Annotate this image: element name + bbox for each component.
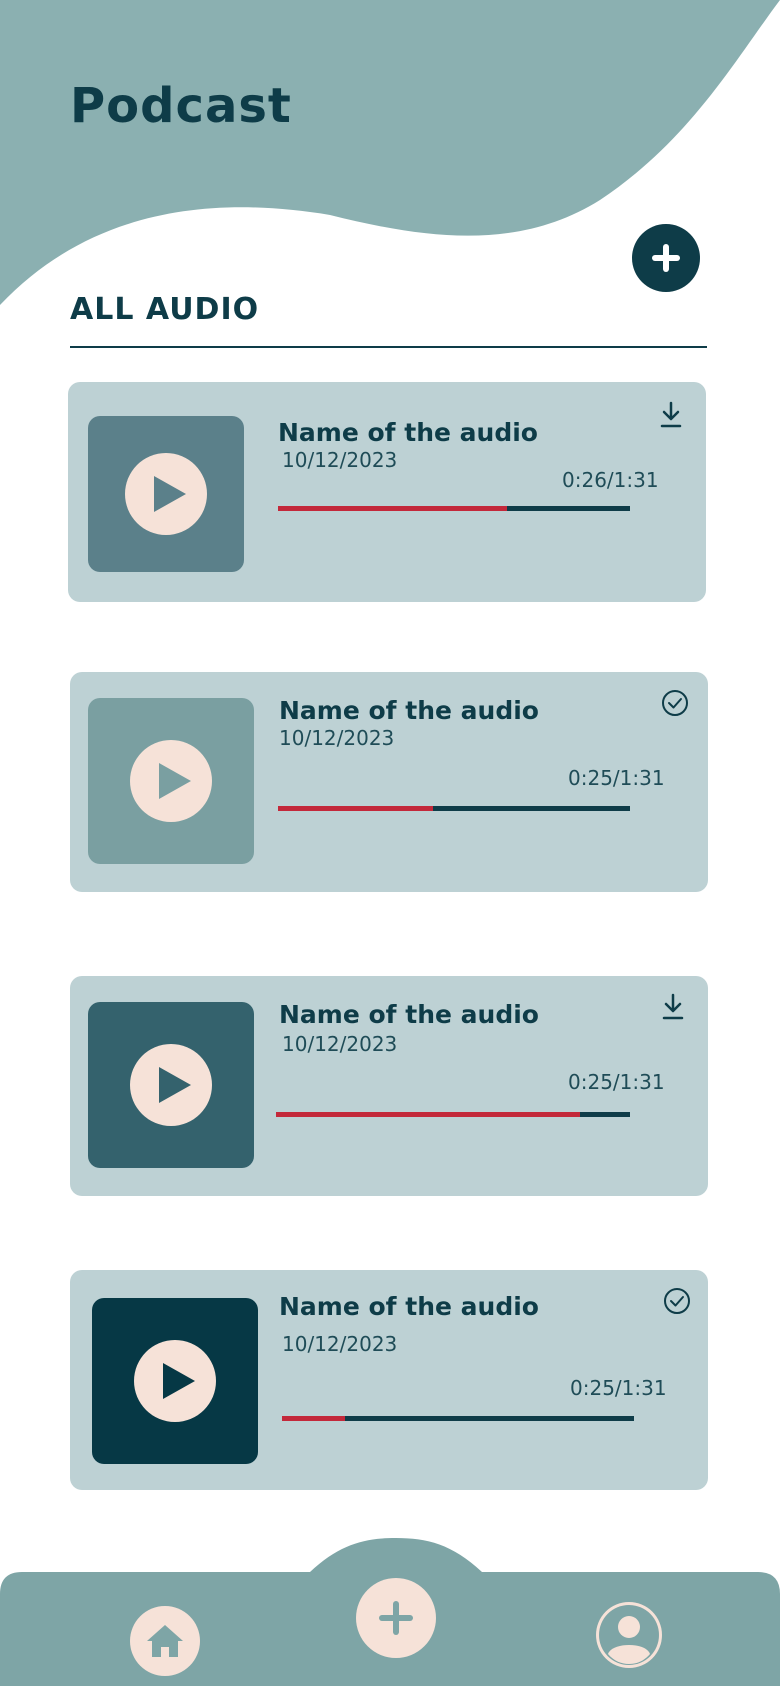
- progress-fill: [276, 1112, 581, 1117]
- audio-thumbnail: [88, 698, 254, 864]
- progress-fill: [278, 506, 507, 511]
- audio-time: 0:26/1:31: [562, 468, 659, 492]
- user-icon: [599, 1605, 659, 1665]
- nav-add-button[interactable]: [356, 1578, 436, 1658]
- page-title: Podcast: [70, 78, 292, 134]
- audio-thumbnail: [92, 1298, 258, 1464]
- download-icon[interactable]: [658, 992, 688, 1022]
- download-icon[interactable]: [656, 400, 686, 430]
- play-icon: [163, 1363, 195, 1399]
- play-button[interactable]: [130, 740, 212, 822]
- audio-name: Name of the audio: [278, 418, 538, 447]
- bottom-nav: [0, 1530, 780, 1686]
- play-button[interactable]: [125, 453, 207, 535]
- audio-thumbnail: [88, 416, 244, 572]
- audio-thumbnail: [88, 1002, 254, 1168]
- add-audio-button[interactable]: [632, 224, 700, 292]
- audio-card[interactable]: Name of the audio 10/12/2023 0:26/1:31: [68, 382, 706, 602]
- progress-fill: [278, 806, 433, 811]
- plus-icon: [652, 244, 680, 272]
- audio-time: 0:25/1:31: [570, 1376, 667, 1400]
- progress-bar[interactable]: [276, 1112, 630, 1117]
- progress-fill: [282, 1416, 346, 1421]
- progress-bar[interactable]: [278, 506, 630, 511]
- audio-card[interactable]: Name of the audio 10/12/2023 0:25/1:31: [70, 672, 708, 892]
- nav-home-button[interactable]: [130, 1606, 200, 1676]
- progress-bar[interactable]: [278, 806, 630, 811]
- check-circle-icon[interactable]: [662, 1286, 692, 1316]
- progress-bar[interactable]: [282, 1416, 634, 1421]
- audio-date: 10/12/2023: [279, 726, 395, 750]
- audio-name: Name of the audio: [279, 1292, 539, 1321]
- audio-date: 10/12/2023: [282, 1032, 398, 1056]
- check-circle-icon[interactable]: [660, 688, 690, 718]
- audio-time: 0:25/1:31: [568, 766, 665, 790]
- audio-name: Name of the audio: [279, 1000, 539, 1029]
- home-icon: [147, 1625, 183, 1657]
- audio-card[interactable]: Name of the audio 10/12/2023 0:25/1:31: [70, 1270, 708, 1490]
- nav-profile-button[interactable]: [596, 1602, 662, 1668]
- section-title: ALL AUDIO: [70, 292, 260, 327]
- audio-date: 10/12/2023: [282, 1332, 398, 1356]
- audio-date: 10/12/2023: [282, 448, 398, 472]
- audio-time: 0:25/1:31: [568, 1070, 665, 1094]
- plus-icon: [379, 1601, 413, 1635]
- play-icon: [159, 763, 191, 799]
- play-button[interactable]: [130, 1044, 212, 1126]
- play-icon: [154, 476, 186, 512]
- audio-name: Name of the audio: [279, 696, 539, 725]
- section-divider: [70, 346, 707, 348]
- audio-card[interactable]: Name of the audio 10/12/2023 0:25/1:31: [70, 976, 708, 1196]
- play-icon: [159, 1067, 191, 1103]
- play-button[interactable]: [134, 1340, 216, 1422]
